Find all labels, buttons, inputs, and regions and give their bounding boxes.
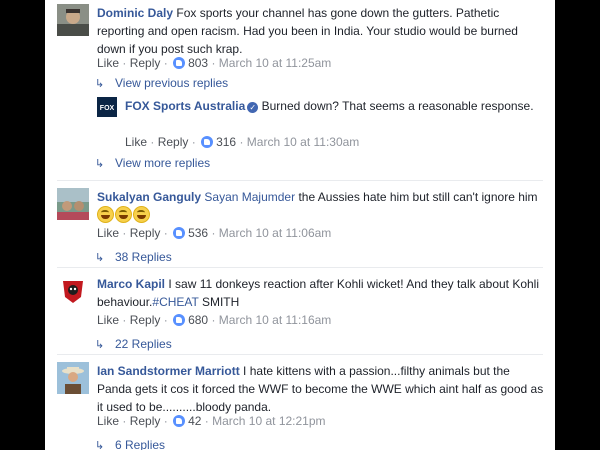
- left-black-frame: [0, 0, 45, 450]
- hashtag-link[interactable]: #CHEAT: [152, 295, 198, 309]
- comment-actions: Like · Reply · 536 · March 10 at 11:06am: [97, 226, 332, 240]
- comment-body: Marco Kapil I saw 11 donkeys reaction af…: [97, 275, 547, 311]
- view-more-replies-label: View more replies: [115, 156, 211, 170]
- reply-button[interactable]: Reply: [130, 414, 161, 428]
- reply-arrow-icon: ↳: [95, 440, 105, 450]
- commenter-name[interactable]: Marco Kapil: [97, 277, 165, 291]
- comment-body: Dominic Daly Fox sports your channel has…: [97, 4, 547, 58]
- comment-text: the Aussies hate him but still can't ign…: [298, 190, 538, 204]
- view-replies-link[interactable]: ↳ 22 Replies: [95, 335, 172, 353]
- divider: [57, 180, 543, 181]
- reply-text: Burned down? That seems a reasonable res…: [261, 99, 534, 113]
- commenter-name[interactable]: Dominic Daly: [97, 6, 173, 20]
- commenter-name[interactable]: Sukalyan Ganguly: [97, 190, 201, 204]
- reply-body: FOX Sports Australia ✓ Burned down? That …: [125, 97, 547, 115]
- reply-button[interactable]: Reply: [130, 226, 161, 240]
- comment-body: Ian Sandstormer Marriott I hate kittens …: [97, 362, 547, 416]
- reply-button[interactable]: Reply: [130, 56, 161, 70]
- like-count-icon: [173, 57, 186, 69]
- like-count[interactable]: 536: [188, 226, 208, 240]
- avatar[interactable]: [57, 275, 89, 307]
- like-count-icon: [173, 415, 186, 427]
- divider: [57, 267, 543, 268]
- tagged-user-link[interactable]: Sayan Majumder: [204, 190, 295, 204]
- comment-timestamp[interactable]: March 10 at 11:16am: [219, 313, 332, 327]
- like-count-icon: [201, 136, 214, 148]
- like-button[interactable]: Like: [125, 135, 147, 149]
- avatar[interactable]: [57, 188, 89, 220]
- view-replies-link[interactable]: ↳ 6 Replies: [95, 436, 165, 450]
- like-button[interactable]: Like: [97, 414, 119, 428]
- replies-count-label: 6 Replies: [115, 438, 166, 450]
- like-button[interactable]: Like: [97, 226, 119, 240]
- reply-button[interactable]: Reply: [158, 135, 189, 149]
- comment-timestamp[interactable]: March 10 at 11:25am: [219, 56, 332, 70]
- commenter-name[interactable]: FOX Sports Australia: [125, 99, 245, 113]
- laughing-emoji-icon: [97, 206, 114, 223]
- view-previous-replies-label: View previous replies: [115, 76, 229, 90]
- view-replies-link[interactable]: ↳ 38 Replies: [95, 248, 172, 266]
- like-button[interactable]: Like: [97, 313, 119, 327]
- like-count[interactable]: 316: [216, 135, 236, 149]
- like-count[interactable]: 803: [188, 56, 208, 70]
- reply-arrow-icon: ↳: [95, 252, 105, 264]
- reply-arrow-icon: ↳: [95, 339, 105, 351]
- fox-logo-text: FOX: [100, 105, 115, 112]
- like-button[interactable]: Like: [97, 56, 119, 70]
- view-more-replies-link[interactable]: ↳ View more replies: [95, 154, 210, 172]
- replies-count-label: 22 Replies: [115, 337, 172, 351]
- replies-count-label: 38 Replies: [115, 250, 172, 264]
- like-count[interactable]: 42: [188, 414, 201, 428]
- comment-thread: Dominic Daly Fox sports your channel has…: [45, 0, 555, 450]
- laughing-emoji-icon: [115, 206, 132, 223]
- reply-timestamp[interactable]: March 10 at 11:30am: [247, 135, 360, 149]
- reply-arrow-icon: ↳: [95, 158, 105, 170]
- right-black-frame: [555, 0, 600, 450]
- avatar[interactable]: [57, 4, 89, 36]
- reply-button[interactable]: Reply: [130, 313, 161, 327]
- verified-badge-icon: ✓: [247, 102, 259, 113]
- comment-body: Sukalyan Ganguly Sayan Majumder the Auss…: [97, 188, 547, 225]
- view-previous-replies-link[interactable]: ↳ View previous replies: [95, 74, 228, 92]
- like-count-icon: [173, 227, 186, 239]
- avatar[interactable]: [57, 362, 89, 394]
- divider: [57, 354, 543, 355]
- laughing-emoji-icon: [133, 206, 150, 223]
- comment-actions: Like · Reply · 42 · March 10 at 12:21pm: [97, 414, 326, 428]
- comment-actions: Like · Reply · 803 · March 10 at 11:25am: [97, 56, 332, 70]
- reply-actions: Like · Reply · 316 · March 10 at 11:30am: [125, 135, 360, 149]
- comment-timestamp[interactable]: March 10 at 12:21pm: [212, 414, 325, 428]
- avatar[interactable]: FOX: [97, 97, 117, 117]
- commenter-name[interactable]: Ian Sandstormer Marriott: [97, 364, 240, 378]
- like-count-icon: [173, 314, 186, 326]
- comment-text-after-hashtag: SMITH: [198, 295, 240, 309]
- reply-arrow-icon: ↳: [95, 78, 105, 90]
- like-count[interactable]: 680: [188, 313, 208, 327]
- comment-actions: Like · Reply · 680 · March 10 at 11:16am: [97, 313, 332, 327]
- comment-timestamp[interactable]: March 10 at 11:06am: [219, 226, 332, 240]
